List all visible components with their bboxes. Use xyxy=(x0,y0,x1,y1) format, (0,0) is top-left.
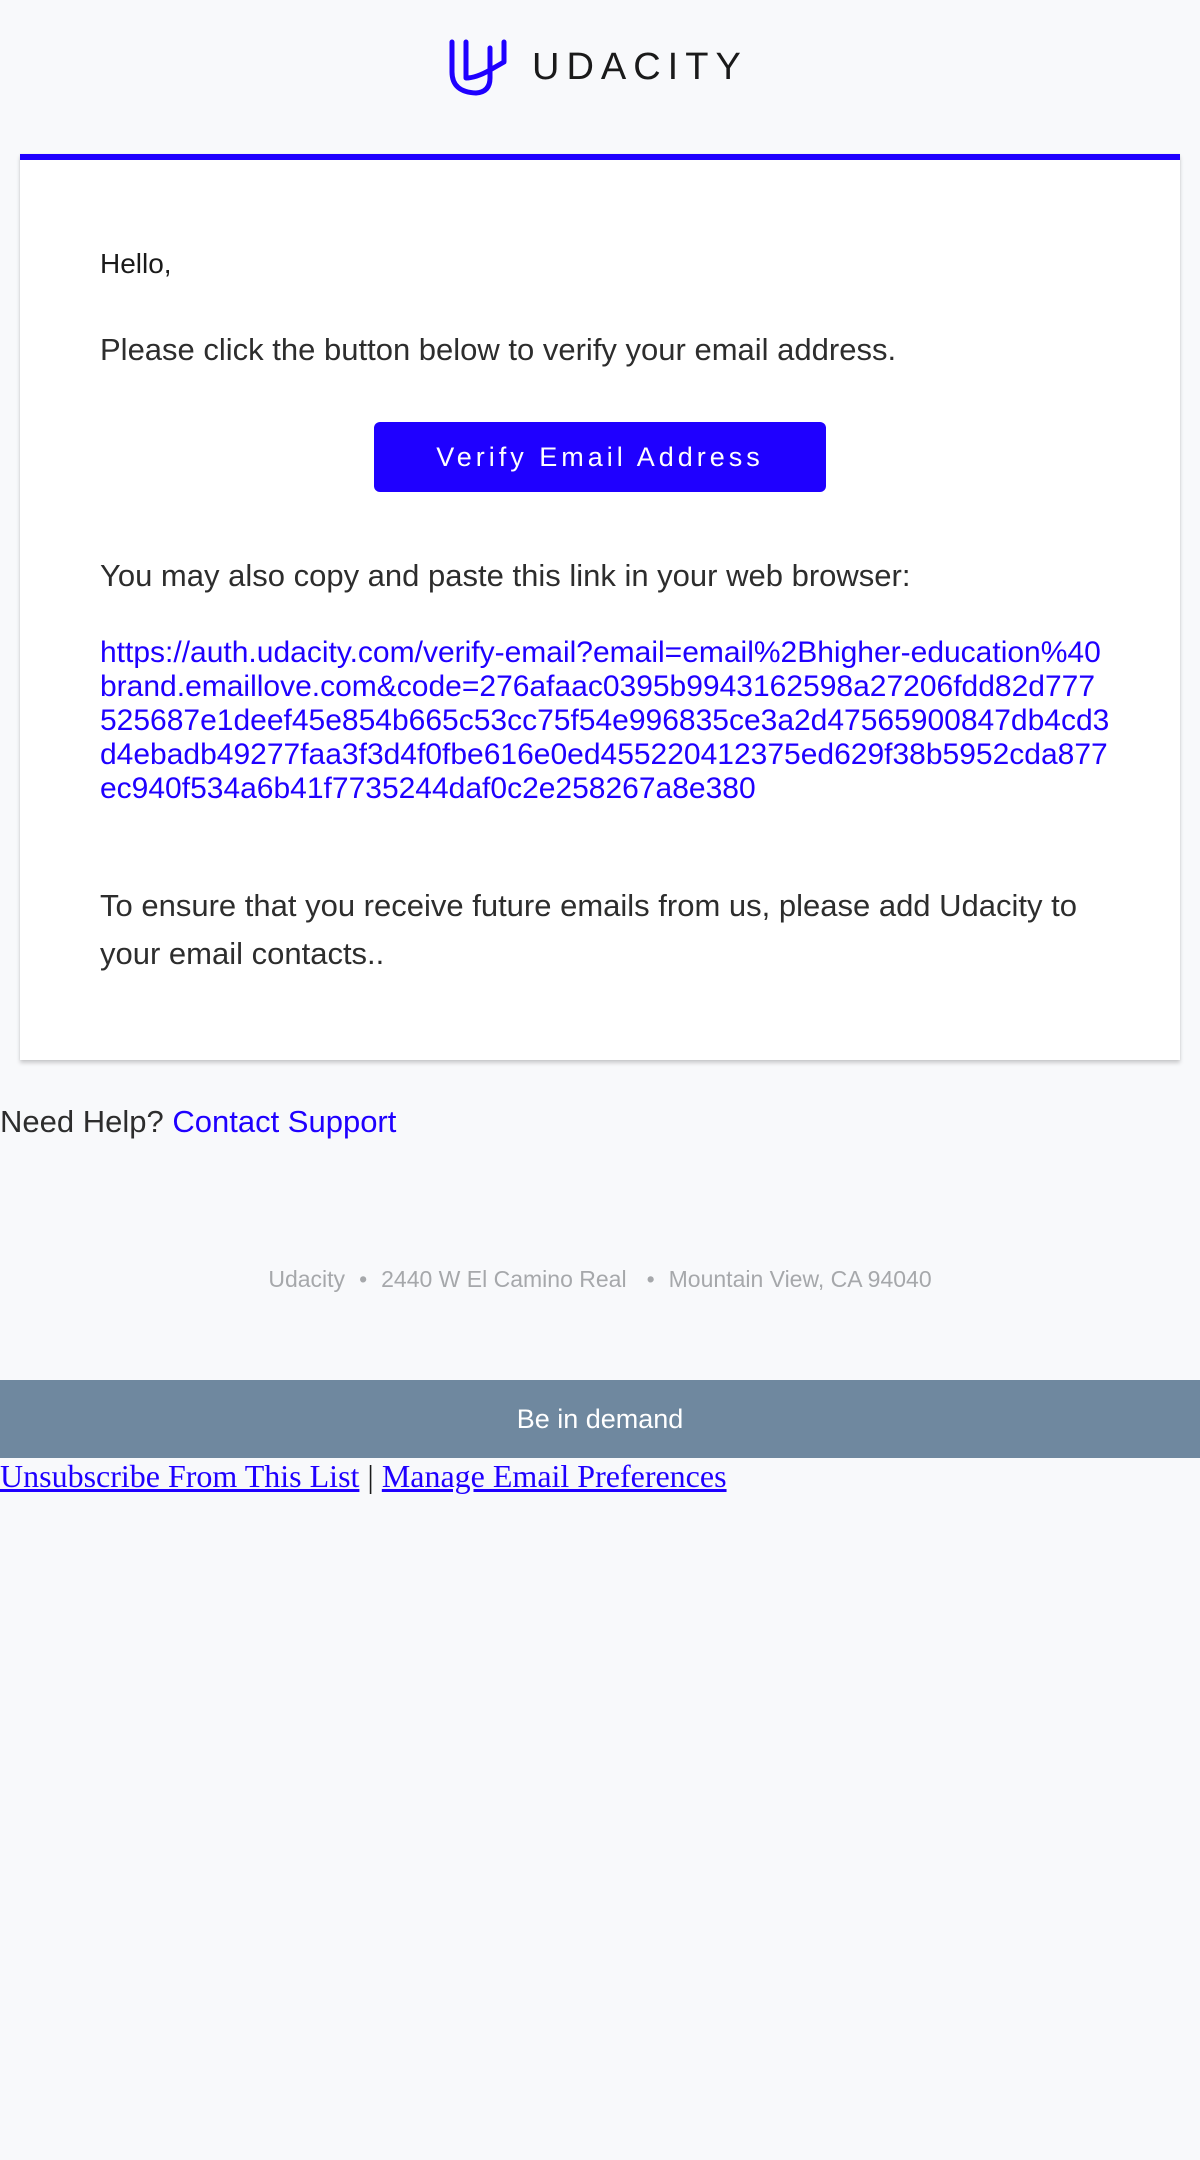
unsubscribe-link[interactable]: Unsubscribe From This List xyxy=(0,1458,359,1494)
brand-name: UDACITY xyxy=(532,46,748,88)
contacts-note-text: To ensure that you receive future emails… xyxy=(100,888,1077,971)
footer-link-separator: | xyxy=(367,1458,374,1494)
contact-support-link[interactable]: Contact Support xyxy=(172,1104,396,1139)
banner-text: Be in demand xyxy=(516,1404,684,1434)
address-city: Mountain View, CA 94040 xyxy=(668,1266,932,1292)
copy-link-text: You may also copy and paste this link in… xyxy=(100,558,911,593)
address-separator: • xyxy=(359,1266,368,1292)
udacity-logo[interactable]: UDACITY xyxy=(446,38,748,96)
verify-email-button[interactable]: Verify Email Address xyxy=(374,422,826,492)
address-company: Udacity xyxy=(268,1266,346,1292)
manage-preferences-link[interactable]: Manage Email Preferences xyxy=(382,1458,727,1494)
help-prefix: Need Help? xyxy=(0,1104,164,1139)
help-line: Need Help? Contact Support xyxy=(0,1100,396,1144)
footer-links: Unsubscribe From This List | Manage Emai… xyxy=(0,1456,727,1496)
email-header: UDACITY xyxy=(0,0,1200,154)
verify-email-link[interactable]: https://auth.udacity.com/verify-email?em… xyxy=(100,636,1110,806)
email-card: Hello, Please click the button below to … xyxy=(20,154,1180,1060)
instructions-text: Please click the button below to verify … xyxy=(100,332,897,367)
greeting-text: Hello, xyxy=(100,248,172,279)
company-address: Udacity • 2440 W El Camino Real • Mountain V… xyxy=(0,1266,1200,1293)
address-street: 2440 W El Camino Real xyxy=(381,1266,627,1292)
address-separator: • xyxy=(646,1266,655,1292)
udacity-u-logo-icon xyxy=(449,39,507,96)
tagline-banner: Be in demand xyxy=(0,1380,1200,1458)
